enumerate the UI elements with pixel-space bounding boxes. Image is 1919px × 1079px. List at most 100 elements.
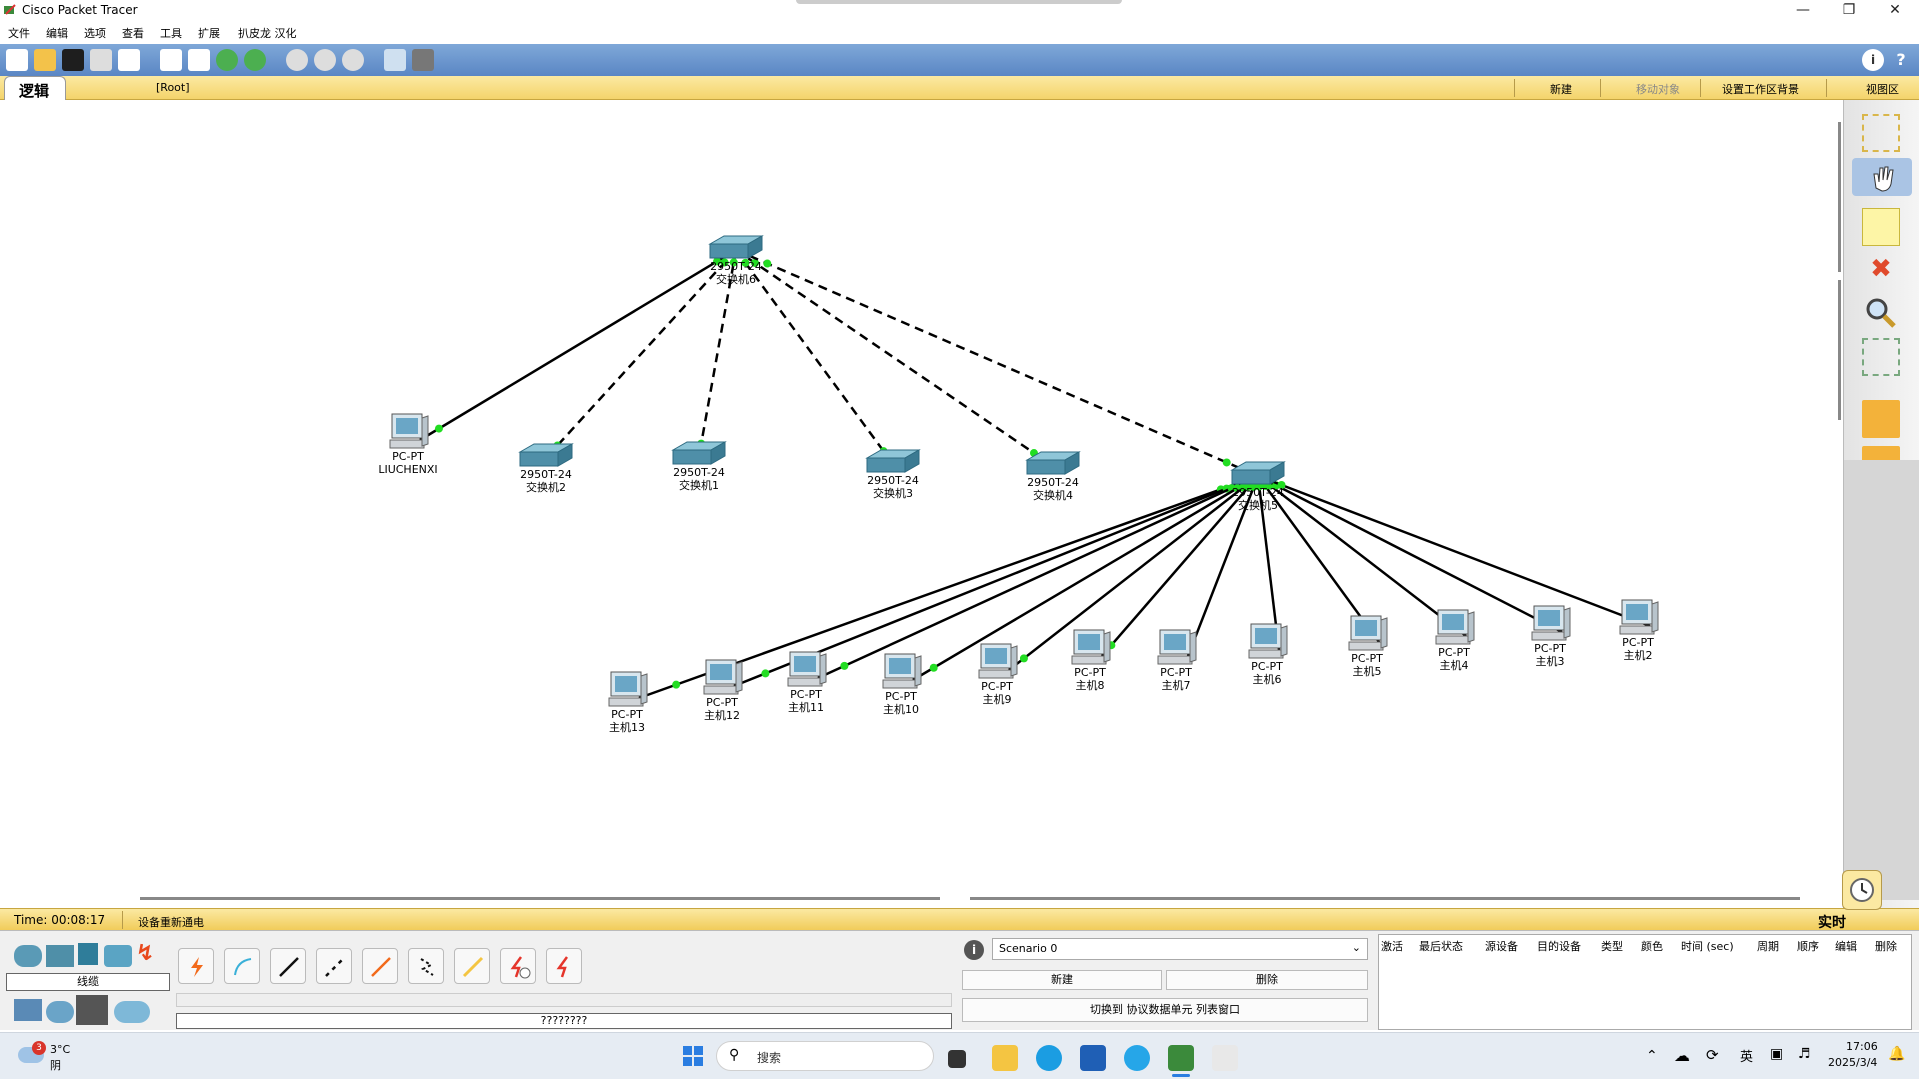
task-view-icon[interactable] — [948, 1050, 966, 1068]
scenario-select[interactable]: Scenario 0 ⌄ — [992, 938, 1368, 960]
delete-x-icon[interactable]: ✖ — [1862, 250, 1900, 288]
power-cycle-button[interactable]: 设备重新通电 — [138, 914, 204, 930]
redo-icon[interactable] — [244, 49, 266, 71]
crossover-cable-button[interactable] — [316, 948, 352, 984]
info-icon[interactable]: i — [1862, 49, 1884, 71]
switches-category-icon[interactable] — [46, 945, 74, 967]
weather-temp[interactable]: 3°C — [50, 1043, 70, 1056]
palette-icon[interactable] — [384, 49, 406, 71]
device-hostname: 主机10 — [883, 703, 919, 716]
close-button[interactable]: ✕ — [1872, 0, 1918, 22]
ime-indicator[interactable]: 英 — [1740, 1046, 1753, 1065]
menu-view[interactable]: 查看 — [122, 25, 144, 41]
select-tool-icon[interactable] — [1862, 114, 1900, 152]
horizontal-scrollbar[interactable] — [140, 897, 940, 900]
viewport-button[interactable]: 视图区 — [1866, 81, 1899, 97]
coaxial-cable-button[interactable] — [454, 948, 490, 984]
add-simple-pdu-icon[interactable] — [1862, 400, 1900, 438]
sync-icon[interactable]: ⟳ — [1706, 1046, 1719, 1064]
device-hostname: 交换机4 — [1032, 489, 1073, 502]
clock-time[interactable]: 17:06 — [1846, 1040, 1878, 1053]
zoom-reset-icon[interactable] — [314, 49, 336, 71]
file-explorer-icon[interactable] — [992, 1045, 1018, 1071]
note-icon[interactable] — [1862, 208, 1900, 246]
straight-through-cable-button[interactable] — [270, 948, 306, 984]
menu-file[interactable]: 文件 — [8, 25, 30, 41]
scenario-info-icon[interactable]: i — [964, 940, 984, 960]
serial-dte-cable-button[interactable] — [546, 948, 582, 984]
zoom-magnifier-icon[interactable] — [1862, 294, 1900, 332]
zoom-out-icon[interactable] — [342, 49, 364, 71]
maximize-button[interactable]: ❐ — [1826, 0, 1872, 22]
device-hostname: 交换机3 — [872, 487, 913, 500]
help-icon[interactable]: ? — [1890, 49, 1912, 71]
windows-start-icon[interactable] — [682, 1045, 704, 1067]
weather-desc[interactable]: 阴 — [50, 1057, 61, 1073]
new-cluster-button[interactable]: 新建 — [1550, 81, 1572, 97]
new-scenario-button[interactable]: 新建 — [962, 970, 1162, 990]
device-label-sw1: 2950T-24 交换机1 — [673, 466, 725, 492]
taskbar-search-input[interactable]: ⚲ 搜索 — [716, 1041, 934, 1071]
chevron-up-icon[interactable]: ⌃ — [1646, 1048, 1658, 1064]
network-app-icon[interactable] — [1212, 1045, 1238, 1071]
zoom-in-icon[interactable] — [286, 49, 308, 71]
device-model: PC-PT — [981, 680, 1013, 693]
auto-connection-button[interactable] — [178, 948, 214, 984]
undo-icon[interactable] — [216, 49, 238, 71]
save-icon[interactable] — [62, 49, 84, 71]
copy-icon[interactable] — [160, 49, 182, 71]
notification-bell-icon[interactable]: 🔔 — [1888, 1046, 1905, 1062]
multiuser-category-icon[interactable] — [114, 1001, 150, 1023]
realtime-mode-label[interactable]: 实时 — [1818, 912, 1846, 932]
paste-icon[interactable] — [188, 49, 210, 71]
toggle-pdu-list-button[interactable]: 切换到 协议数据单元 列表窗口 — [962, 998, 1368, 1022]
col-color: 颜色 — [1641, 940, 1663, 953]
move-object-button[interactable]: 移动对象 — [1636, 81, 1680, 97]
menu-localization[interactable]: 扒皮龙 汉化 — [238, 25, 297, 41]
delete-scenario-button[interactable]: 删除 — [1166, 970, 1368, 990]
hubs-category-icon[interactable] — [78, 943, 98, 965]
open-folder-icon[interactable] — [34, 49, 56, 71]
wireless-category-icon[interactable] — [104, 945, 132, 967]
network-icon[interactable]: ▣ — [1770, 1046, 1783, 1062]
cable-list-scrollbar[interactable] — [176, 993, 952, 1007]
browser-icon[interactable] — [1124, 1045, 1150, 1071]
menu-edit[interactable]: 编辑 — [46, 25, 68, 41]
end-devices-category-icon[interactable] — [14, 999, 42, 1021]
serial-dce-cable-button[interactable] — [500, 948, 536, 984]
horizontal-scrollbar-thumb[interactable] — [970, 897, 1800, 900]
phone-cable-button[interactable] — [408, 948, 444, 984]
fiber-cable-button[interactable] — [362, 948, 398, 984]
vertical-scrollbar[interactable] — [1838, 122, 1841, 272]
custom-devices-category-icon[interactable] — [76, 995, 108, 1025]
volume-icon[interactable]: ♬ — [1798, 1046, 1811, 1062]
print-icon[interactable] — [90, 49, 112, 71]
wan-emulation-category-icon[interactable] — [46, 1001, 74, 1023]
new-file-icon[interactable] — [6, 49, 28, 71]
root-breadcrumb[interactable]: [Root] — [156, 81, 190, 94]
clock-date[interactable]: 2025/3/4 — [1828, 1056, 1877, 1069]
store-icon[interactable] — [1080, 1045, 1106, 1071]
menu-tools[interactable]: 工具 — [160, 25, 182, 41]
minimize-button[interactable]: — — [1780, 0, 1826, 22]
device-label-sw4: 2950T-24 交换机4 — [1027, 476, 1079, 502]
logical-workspace[interactable]: 2950T-24 交换机6 PC-PT LIUCHENXI 2950T-24 交换机2 29… — [0, 100, 1843, 900]
col-type: 类型 — [1601, 940, 1623, 953]
resize-shape-icon[interactable] — [1862, 338, 1900, 376]
edge-browser-icon[interactable] — [1036, 1045, 1062, 1071]
activity-wizard-icon[interactable] — [118, 49, 140, 71]
onedrive-icon[interactable]: ☁ — [1674, 1046, 1690, 1065]
inspect-hand-icon[interactable] — [1852, 158, 1912, 196]
device-hostname: 主机9 — [982, 693, 1012, 706]
menu-options[interactable]: 选项 — [84, 25, 106, 41]
set-background-button[interactable]: 设置工作区背景 — [1722, 81, 1799, 97]
console-cable-button[interactable] — [224, 948, 260, 984]
connections-category-icon[interactable]: ↯ — [136, 943, 164, 965]
vertical-scrollbar-thumb[interactable] — [1838, 280, 1841, 420]
packet-tracer-taskbar-icon[interactable] — [1168, 1045, 1194, 1071]
realtime-clock-icon[interactable] — [1842, 870, 1882, 910]
device-model: 2950T-24 — [710, 260, 762, 273]
routers-category-icon[interactable] — [14, 945, 42, 967]
menu-extensions[interactable]: 扩展 — [198, 25, 220, 41]
custom-device-icon[interactable] — [412, 49, 434, 71]
